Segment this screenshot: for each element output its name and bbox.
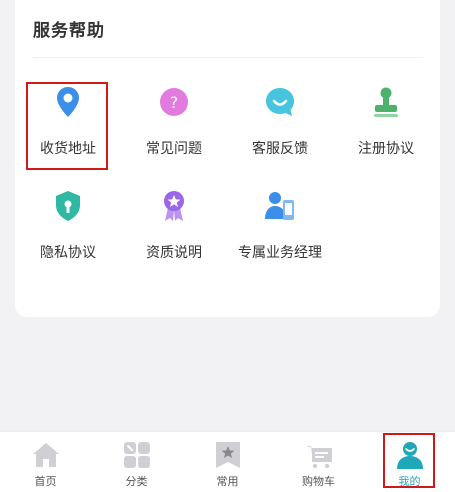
service-item-label: 专属业务经理 bbox=[238, 245, 322, 261]
chat-bubble-icon bbox=[266, 88, 294, 116]
location-pin-icon bbox=[57, 87, 79, 117]
service-item-privacy-agreement[interactable]: 隐私协议 bbox=[15, 174, 121, 274]
tab-label: 我的 bbox=[398, 475, 421, 488]
tab-label: 首页 bbox=[34, 475, 57, 488]
service-item-label: 收货地址 bbox=[40, 141, 96, 157]
service-item-label: 隐私协议 bbox=[40, 245, 96, 261]
tab-label: 常用 bbox=[216, 475, 239, 488]
tab-category[interactable]: 分类 bbox=[91, 432, 182, 492]
service-item-label: 客服反馈 bbox=[252, 141, 308, 157]
service-item-qualification[interactable]: 资质说明 bbox=[121, 174, 227, 274]
svg-text:?: ? bbox=[170, 93, 179, 112]
service-item-registration-agreement[interactable]: 注册协议 bbox=[333, 70, 439, 170]
tab-mine[interactable]: 我的 bbox=[364, 432, 455, 492]
service-item-faq[interactable]: ? 常见问题 bbox=[121, 70, 227, 170]
shield-lock-icon bbox=[56, 191, 80, 221]
tab-label: 分类 bbox=[125, 475, 148, 488]
service-help-card: 服务帮助 收货地址 ? 常见问题 客服反馈 注册协议 隐私协议 资质说明 专属业… bbox=[15, 0, 440, 317]
medal-icon bbox=[164, 191, 184, 221]
stamp-icon bbox=[374, 87, 398, 117]
service-item-label: 常见问题 bbox=[146, 141, 202, 157]
category-icon bbox=[123, 442, 150, 468]
question-icon: ? bbox=[160, 88, 188, 116]
section-title: 服务帮助 bbox=[33, 21, 105, 41]
tab-home[interactable]: 首页 bbox=[0, 432, 91, 492]
manager-icon bbox=[265, 192, 294, 220]
service-item-address[interactable]: 收货地址 bbox=[15, 70, 121, 170]
service-item-label: 资质说明 bbox=[146, 245, 202, 261]
profile-icon bbox=[396, 442, 423, 469]
bottom-tab-bar: 首页 分类 常用 购物车 我的 bbox=[0, 431, 455, 492]
cart-icon bbox=[305, 446, 332, 469]
tab-cart[interactable]: 购物车 bbox=[273, 432, 364, 492]
tab-label: 购物车 bbox=[302, 475, 335, 488]
divider bbox=[33, 57, 422, 58]
tab-common[interactable]: 常用 bbox=[182, 432, 273, 492]
service-item-feedback[interactable]: 客服反馈 bbox=[227, 70, 333, 170]
service-item-label: 注册协议 bbox=[358, 141, 414, 157]
service-item-account-manager[interactable]: 专属业务经理 bbox=[227, 174, 333, 274]
bookmark-star-icon bbox=[215, 442, 240, 468]
home-icon bbox=[32, 443, 59, 467]
